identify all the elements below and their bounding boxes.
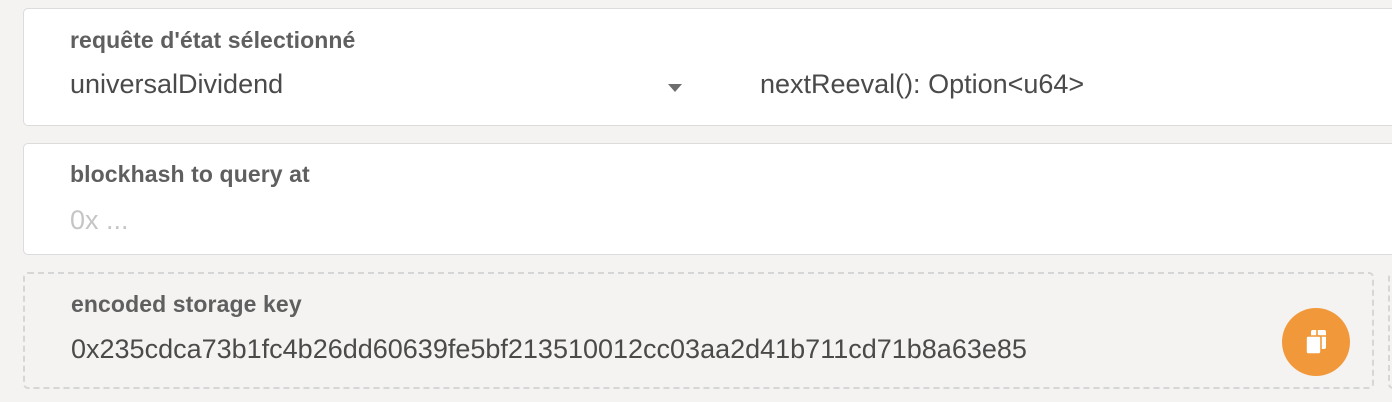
chevron-down-icon[interactable] — [668, 84, 682, 92]
encoded-storage-key-value: 0x235cdca73b1fc4b26dd60639fe5bf213510012… — [71, 334, 1027, 364]
state-query-card: requête d'état sélectionné universalDivi… — [23, 8, 1392, 126]
copy-button[interactable] — [1282, 308, 1350, 376]
state-query-label: requête d'état sélectionné — [70, 27, 356, 53]
blockhash-card: blockhash to query at — [23, 143, 1392, 255]
encoded-storage-key-label: encoded storage key — [71, 291, 302, 317]
encoded-storage-key-card: encoded storage key 0x235cdca73b1fc4b26d… — [23, 272, 1374, 389]
copy-icon — [1305, 330, 1326, 355]
blockhash-label: blockhash to query at — [70, 161, 310, 187]
next-card-edge — [1388, 272, 1392, 389]
module-select[interactable]: universalDividend — [70, 69, 283, 100]
method-select[interactable]: nextReeval(): Option<u64> — [760, 69, 1084, 100]
blockhash-input[interactable] — [70, 202, 670, 238]
